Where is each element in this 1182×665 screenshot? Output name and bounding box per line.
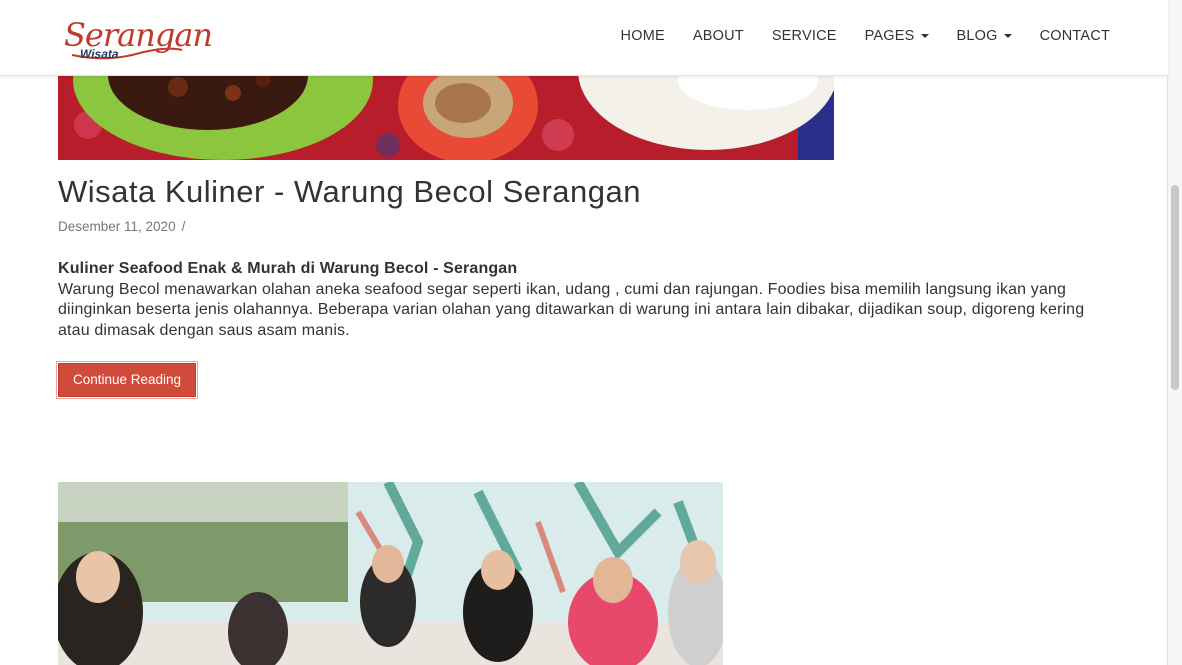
post-date: Desember 11, 2020 (58, 219, 176, 234)
logo-subtext: Wisata (80, 47, 119, 61)
post-title[interactable]: Wisata Kuliner - Warung Becol Serangan (58, 174, 641, 210)
food-photo-illustration (58, 75, 834, 160)
nav-contact[interactable]: CONTACT (1040, 28, 1110, 44)
post-lead: Kuliner Seafood Enak & Murah di Warung B… (58, 260, 518, 277)
caret-down-icon (1003, 34, 1012, 39)
navbar: Serangan Wisata HOME ABOUT SERVICE PAGES… (0, 0, 1168, 76)
main-nav: HOME ABOUT SERVICE PAGES BLOG CONTACT (593, 28, 1110, 44)
group-photo-illustration (58, 482, 723, 665)
post-meta: Desember 11, 2020 / (58, 219, 185, 234)
page-scrollbar[interactable] (1167, 0, 1182, 665)
nav-home[interactable]: HOME (621, 28, 665, 44)
caret-down-icon (920, 34, 929, 39)
scrollbar-thumb[interactable] (1171, 185, 1179, 390)
continue-reading-button[interactable]: Continue Reading (56, 361, 198, 399)
post-image-food[interactable] (58, 75, 834, 160)
nav-blog[interactable]: BLOG (957, 28, 1012, 44)
site-logo[interactable]: Serangan Wisata (64, 16, 213, 64)
post-body: Warung Becol menawarkan olahan aneka sea… (58, 280, 1085, 339)
post-image-group[interactable] (58, 482, 723, 665)
nav-blog-label: BLOG (956, 28, 998, 44)
post-excerpt: Kuliner Seafood Enak & Murah di Warung B… (58, 259, 1108, 341)
meta-separator: / (181, 219, 186, 234)
nav-service[interactable]: SERVICE (772, 28, 837, 44)
nav-about[interactable]: ABOUT (693, 28, 744, 44)
nav-pages-label: PAGES (864, 28, 915, 44)
nav-pages[interactable]: PAGES (865, 28, 929, 44)
